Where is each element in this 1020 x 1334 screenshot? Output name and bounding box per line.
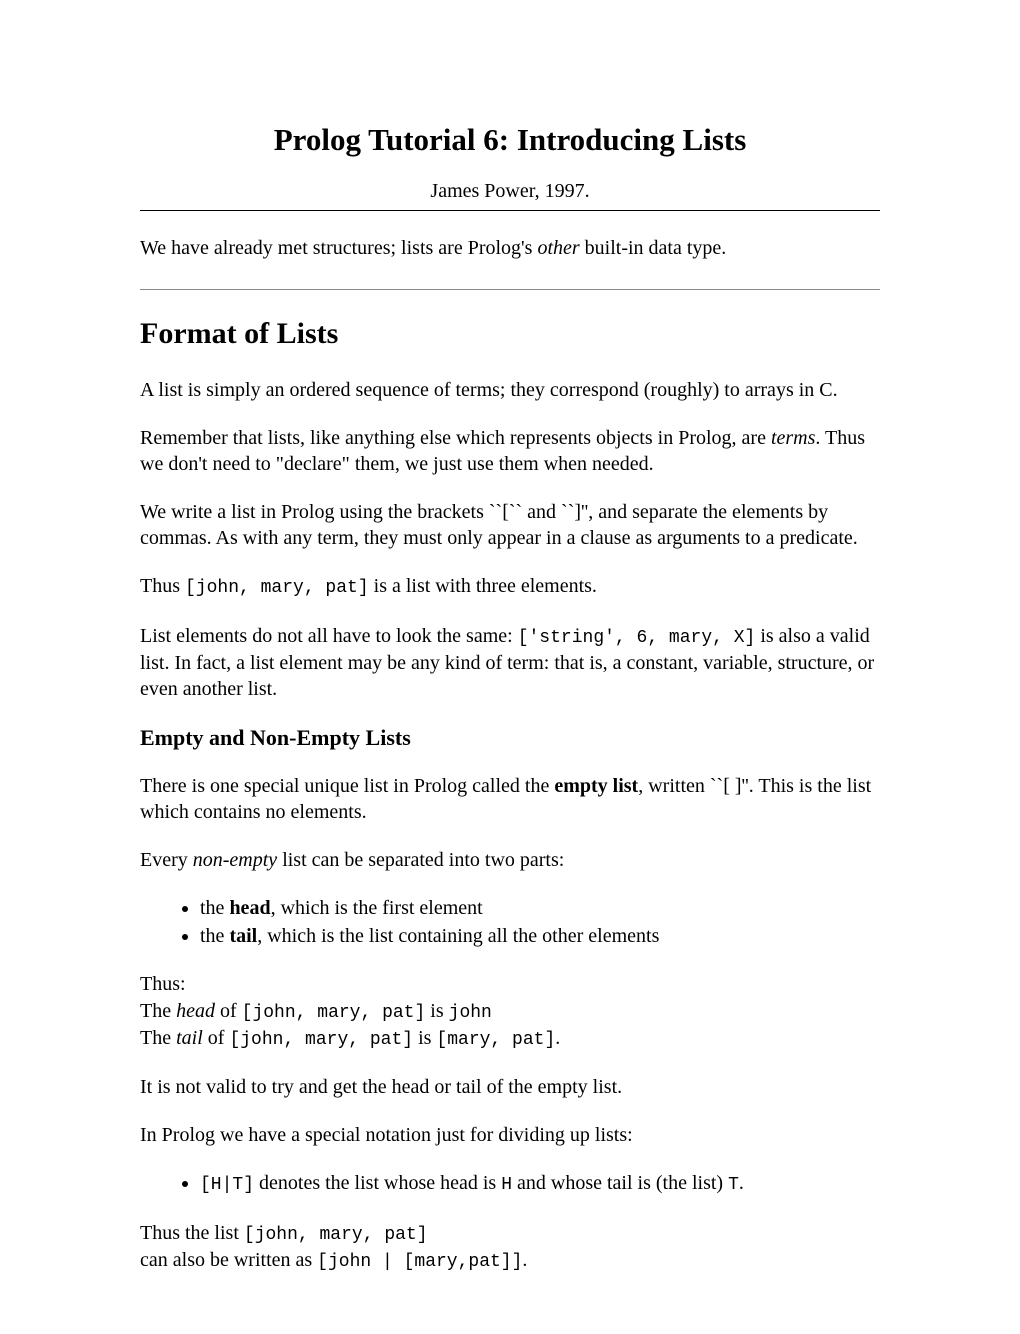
text-run: , which is the first element xyxy=(271,897,483,919)
paragraph: Thus [john, mary, pat] is a list with th… xyxy=(140,573,880,600)
paragraph: Every non-empty list can be separated in… xyxy=(140,847,880,873)
list-item: the tail, which is the list containing a… xyxy=(200,923,880,949)
emphasis: other xyxy=(537,237,579,259)
paragraph: Thus the list [john, mary, pat] can also… xyxy=(140,1220,880,1275)
code-inline: [john, mary, pat] xyxy=(242,1003,426,1023)
emphasis: terms xyxy=(771,427,815,449)
code-inline: [john, mary, pat] xyxy=(244,1225,428,1245)
paragraph: We write a list in Prolog using the brac… xyxy=(140,499,880,551)
text-run: , which is the list containing all the o… xyxy=(257,925,659,947)
divider xyxy=(140,289,880,290)
thus-line-tail: The tail of [john, mary, pat] is [mary, … xyxy=(140,1025,880,1052)
page-title: Prolog Tutorial 6: Introducing Lists xyxy=(140,120,880,160)
text-run: is a list with three elements. xyxy=(369,575,597,597)
list-item: the head, which is the first element xyxy=(200,895,880,921)
text-run: Thus: xyxy=(140,971,880,998)
paragraph: It is not valid to try and get the head … xyxy=(140,1074,880,1100)
text-run: list can be separated into two parts: xyxy=(277,849,564,871)
text-run: denotes the list whose head is xyxy=(254,1172,501,1194)
strong: head xyxy=(229,897,270,919)
text-run: Thus the list xyxy=(140,1222,244,1244)
text-run: can also be written as xyxy=(140,1249,317,1271)
text-run: of xyxy=(215,1000,242,1022)
code-inline: john xyxy=(449,1003,492,1023)
bullet-list-head-tail: the head, which is the first element the… xyxy=(140,895,880,949)
text-run: the xyxy=(200,925,229,947)
text-run: of xyxy=(203,1027,230,1049)
bullet-list-ht: [H|T] denotes the list whose head is H a… xyxy=(140,1170,880,1197)
code-inline: [john, mary, pat] xyxy=(229,1030,413,1050)
code-inline: [mary, pat] xyxy=(436,1030,555,1050)
strong: tail xyxy=(229,925,257,947)
text-run: Remember that lists, like anything else … xyxy=(140,427,771,449)
thus-block: Thus: The head of [john, mary, pat] is j… xyxy=(140,971,880,1053)
thus-line-head: The head of [john, mary, pat] is john xyxy=(140,998,880,1025)
paragraph: A list is simply an ordered sequence of … xyxy=(140,377,880,403)
text-run: Every xyxy=(140,849,193,871)
text-run: . xyxy=(555,1027,560,1049)
code-inline: ['string', 6, mary, X] xyxy=(518,628,756,648)
code-inline: [john, mary, pat] xyxy=(185,578,369,598)
subsection-heading-empty: Empty and Non-Empty Lists xyxy=(140,724,880,753)
paragraph: List elements do not all have to look th… xyxy=(140,623,880,702)
code-inline: T xyxy=(728,1175,739,1195)
intro-paragraph: We have already met structures; lists ar… xyxy=(140,235,880,261)
paragraph: Remember that lists, like anything else … xyxy=(140,425,880,477)
text-run: . xyxy=(739,1172,744,1194)
code-inline: H xyxy=(501,1175,512,1195)
text-run: is xyxy=(425,1000,448,1022)
list-item: [H|T] denotes the list whose head is H a… xyxy=(200,1170,880,1197)
text-run: built-in data type. xyxy=(580,237,727,259)
text-run: is xyxy=(413,1027,436,1049)
text-run: Thus xyxy=(140,575,185,597)
byline: James Power, 1997. xyxy=(140,178,880,204)
text-run: We have already met structures; lists ar… xyxy=(140,237,537,259)
text-run: . xyxy=(522,1249,527,1271)
section-heading-format: Format of Lists xyxy=(140,314,880,353)
paragraph: There is one special unique list in Prol… xyxy=(140,773,880,825)
text-run: The xyxy=(140,1000,176,1022)
text-run: List elements do not all have to look th… xyxy=(140,625,518,647)
text-run: the xyxy=(200,897,229,919)
text-run: The xyxy=(140,1027,176,1049)
emphasis: non-empty xyxy=(193,849,277,871)
paragraph: In Prolog we have a special notation jus… xyxy=(140,1122,880,1148)
text-run: and whose tail is (the list) xyxy=(512,1172,728,1194)
emphasis: head xyxy=(176,1000,215,1022)
divider-under-byline xyxy=(140,210,880,211)
strong: empty list xyxy=(554,775,638,797)
code-inline: [H|T] xyxy=(200,1175,254,1195)
emphasis: tail xyxy=(176,1027,203,1049)
text-run: There is one special unique list in Prol… xyxy=(140,775,554,797)
code-inline: [john | [mary,pat]] xyxy=(317,1252,522,1272)
